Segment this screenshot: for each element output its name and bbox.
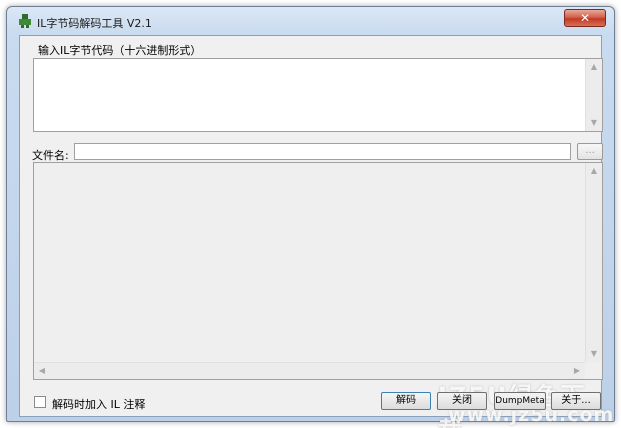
add-comment-checkbox[interactable]: [34, 396, 46, 408]
input-label: 输入IL字节代码（十六进制形式）: [38, 44, 202, 57]
output-vertical-scrollbar[interactable]: ▲ ▼: [585, 163, 602, 362]
decode-button[interactable]: 解码: [381, 392, 431, 410]
close-button[interactable]: 关闭: [437, 392, 487, 410]
scroll-down-arrow-icon[interactable]: ▼: [586, 115, 602, 131]
window-title: IL字节码解码工具 V2.1: [37, 17, 152, 30]
browse-button[interactable]: ...: [577, 143, 603, 160]
app-window: IL字节码解码工具 V2.1 ✕ 输入IL字节代码（十六进制形式） ▲ ▼ 文件…: [6, 6, 615, 428]
decoded-output-area[interactable]: ▲ ▼ ◀ ▶: [33, 162, 603, 380]
filename-input[interactable]: [74, 143, 571, 160]
app-icon: [17, 13, 33, 29]
scroll-left-arrow-icon[interactable]: ◀: [34, 363, 50, 379]
window-close-button[interactable]: ✕: [564, 9, 606, 27]
add-comment-label: 解码时加入 IL 注释: [52, 398, 146, 411]
scroll-up-arrow-icon[interactable]: ▲: [586, 59, 602, 75]
client-area: 输入IL字节代码（十六进制形式） ▲ ▼ 文件名: ... ▲ ▼ ◀ ▶ 解码…: [19, 35, 613, 428]
filename-label: 文件名:: [32, 149, 69, 162]
input-vertical-scrollbar[interactable]: ▲ ▼: [585, 59, 602, 131]
scroll-down-arrow-icon[interactable]: ▼: [586, 346, 602, 362]
scroll-up-arrow-icon[interactable]: ▲: [586, 163, 602, 179]
about-button[interactable]: 关于...: [551, 392, 601, 410]
title-bar[interactable]: IL字节码解码工具 V2.1 ✕: [7, 7, 614, 35]
il-bytecode-input[interactable]: ▲ ▼: [33, 58, 603, 132]
dumpmeta-button[interactable]: DumpMeta: [494, 392, 546, 410]
